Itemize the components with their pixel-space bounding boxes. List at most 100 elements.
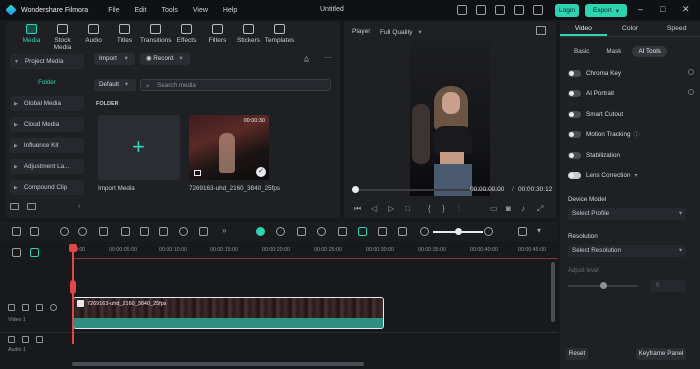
volume-icon[interactable]: ♪ (521, 204, 525, 213)
timeline-ruler[interactable]: 00:00 00:00:05:00 00:00:10:00 00:00:15:0… (72, 244, 558, 256)
subtab-ai-tools[interactable]: AI Tools (632, 46, 667, 57)
sidebar-item-project-media[interactable]: ▼ Project Media (10, 54, 84, 69)
stabilization-toggle[interactable] (568, 151, 581, 159)
vertical-scrollbar[interactable] (551, 262, 555, 322)
record-dropdown[interactable]: ◉ Record ▾ (140, 53, 190, 65)
tab-audio[interactable]: Audio (78, 21, 109, 51)
sidebar-item-folder[interactable]: Folder (10, 75, 84, 90)
stop-icon[interactable]: □ (405, 204, 410, 213)
video-clip[interactable]: 7269163-uhd_2160_3840_25fps (73, 297, 384, 329)
zoom-in-icon[interactable] (484, 227, 493, 236)
step-back-icon[interactable]: ◁ (371, 204, 377, 213)
speed-icon[interactable] (179, 227, 188, 236)
grid-view-icon[interactable] (518, 227, 527, 236)
save-icon[interactable] (476, 5, 486, 15)
sort-dropdown[interactable]: Default ▾ (94, 79, 136, 91)
link-icon[interactable] (30, 248, 39, 257)
seek-handle[interactable] (352, 186, 359, 193)
horizontal-scrollbar[interactable] (72, 362, 364, 366)
zoom-handle[interactable] (455, 228, 462, 235)
subtab-basic[interactable]: Basic (568, 46, 595, 57)
sidebar-item-compound-clip[interactable]: ▶ Compound Clip (10, 180, 84, 195)
import-dropdown[interactable]: Import ▾ (94, 53, 135, 65)
mark-out-icon[interactable]: } (442, 204, 445, 213)
tab-media[interactable]: Media (16, 21, 47, 51)
tab-stickers[interactable]: Stickers (233, 21, 264, 51)
collapse-icon[interactable]: ‹ (78, 203, 80, 210)
tab-stock-media[interactable]: Stock Media (47, 21, 78, 51)
render-icon[interactable] (378, 227, 387, 236)
marker-add-icon[interactable] (398, 227, 407, 236)
speaker-icon[interactable] (36, 336, 43, 343)
camera-icon[interactable]: ◙ (506, 204, 511, 213)
playhead[interactable] (72, 244, 74, 344)
sidebar-item-adjustment-layer[interactable]: ▶ Adjustment La... (10, 159, 84, 174)
marker-icon[interactable]: ⫶ (458, 204, 460, 214)
menu-edit[interactable]: Edit (134, 7, 146, 14)
layout-icon[interactable] (12, 227, 21, 236)
ai-icon[interactable] (256, 227, 265, 236)
zoom-out-icon[interactable] (420, 227, 429, 236)
quality-dropdown[interactable]: Full Quality ▾ (380, 28, 422, 36)
play-icon[interactable]: ▷ (388, 204, 394, 213)
snap-icon[interactable] (297, 227, 306, 236)
media-thumbnail[interactable]: 00:00:30 ✓ (189, 115, 269, 180)
cloud-icon[interactable] (495, 5, 505, 15)
list-icon[interactable] (338, 227, 347, 236)
motion-tracking-toggle[interactable] (568, 130, 581, 138)
help-icon[interactable]: ⓘ (633, 130, 639, 139)
folder-icon[interactable] (27, 203, 36, 210)
export-button[interactable]: Export ▾ (585, 4, 627, 17)
adjust-level-handle[interactable] (600, 282, 607, 289)
chevron-down-icon[interactable]: ▾ (537, 226, 541, 235)
maximize-icon[interactable]: □ (660, 4, 665, 14)
close-icon[interactable]: ✕ (682, 4, 690, 15)
import-media-card[interactable]: + (98, 115, 180, 180)
tab-templates[interactable]: Templates (264, 21, 295, 51)
ai-portrait-toggle[interactable] (568, 89, 581, 97)
device-model-select[interactable]: Select Profile ▾ (568, 208, 686, 220)
tab-effects[interactable]: Effects (171, 21, 202, 51)
grid-icon[interactable] (533, 5, 543, 15)
chevron-down-icon[interactable]: ▾ (634, 172, 637, 179)
tab-speed[interactable]: Speed (653, 21, 700, 36)
mic-icon[interactable] (317, 227, 326, 236)
ai-cutout-icon[interactable] (358, 227, 367, 236)
lock-icon[interactable] (22, 304, 29, 311)
resolution-select[interactable]: Select Resolution ▾ (568, 245, 686, 257)
expand-icon[interactable] (688, 69, 694, 75)
eye-icon[interactable] (50, 304, 57, 311)
tab-titles[interactable]: Titles (109, 21, 140, 51)
minimize-icon[interactable]: – (638, 4, 643, 14)
menu-view[interactable]: View (193, 7, 208, 14)
undo-icon[interactable] (60, 227, 69, 236)
playhead-grip[interactable] (70, 280, 76, 294)
reset-button[interactable]: Reset (566, 348, 588, 360)
fullscreen-icon[interactable]: ⤢ (537, 204, 543, 214)
sidebar-item-global-media[interactable]: ▶ Global Media (10, 96, 84, 111)
split-icon[interactable] (121, 227, 130, 236)
tab-transitions[interactable]: Transitions (140, 21, 172, 51)
snapshot-icon[interactable] (536, 26, 546, 35)
more-icon[interactable]: ⋯ (324, 53, 332, 62)
sidebar-item-influence-kit[interactable]: ▶ Influence Kit (10, 138, 84, 153)
chroma-key-toggle[interactable] (568, 69, 581, 77)
mark-in-icon[interactable]: { (428, 204, 431, 213)
subtab-mask[interactable]: Mask (600, 46, 627, 57)
menu-tools[interactable]: Tools (162, 7, 178, 14)
filter-icon[interactable]: ⩠ (304, 54, 309, 64)
keyframe-panel-button[interactable]: Keyframe Panel (636, 348, 686, 360)
speaker-icon[interactable] (36, 304, 43, 311)
lens-correction-toggle[interactable] (568, 171, 581, 179)
monitor-icon[interactable] (457, 5, 467, 15)
smart-cutout-toggle[interactable] (568, 110, 581, 118)
more-tools-icon[interactable]: » (222, 226, 226, 235)
adjust-level-input[interactable]: 0 (650, 280, 686, 292)
sidebar-item-cloud-media[interactable]: ▶ Cloud Media (10, 117, 84, 132)
expand-icon[interactable] (688, 89, 694, 95)
tab-video[interactable]: Video (560, 21, 607, 36)
tab-filters[interactable]: Filters (202, 21, 233, 51)
adjust-icon[interactable] (199, 227, 208, 236)
add-track-icon[interactable] (12, 248, 21, 257)
headset-icon[interactable] (514, 5, 524, 15)
